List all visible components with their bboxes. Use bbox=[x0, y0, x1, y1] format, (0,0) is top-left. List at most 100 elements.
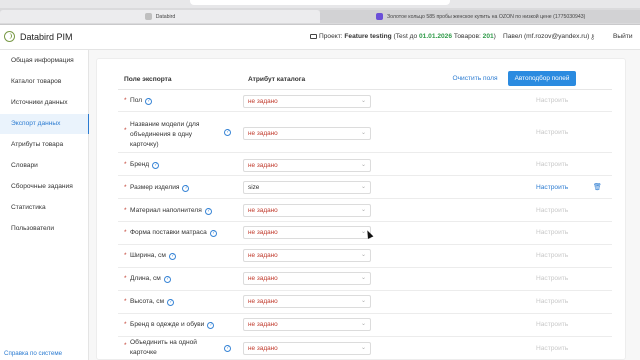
attribute-select[interactable]: не задано ⌄ bbox=[243, 204, 371, 217]
project-name: Feature testing bbox=[344, 33, 392, 40]
field-label: Высота, см? bbox=[130, 297, 175, 307]
required-mark: * bbox=[124, 97, 127, 104]
attribute-select[interactable]: не задано ⌄ bbox=[243, 295, 371, 308]
products-close: ) bbox=[493, 33, 496, 40]
column-header-field: Поле экспорта bbox=[124, 76, 172, 83]
help-question-icon[interactable]: ? bbox=[224, 129, 231, 136]
field-label-text: Длина, см bbox=[130, 275, 161, 282]
field-label-text: Материал наполнителя bbox=[130, 207, 202, 214]
help-question-icon[interactable]: ? bbox=[167, 299, 175, 306]
chevron-down-icon: ⌄ bbox=[360, 207, 366, 213]
app-title: Databird PIM bbox=[20, 32, 73, 42]
sidebar-item-attributes[interactable]: Атрибуты товара bbox=[0, 135, 89, 155]
field-label-text: Высота, см bbox=[130, 298, 165, 305]
project-info[interactable]: Проект: Feature testing (Test до 01.01.2… bbox=[310, 33, 496, 40]
field-label: Бренд? bbox=[130, 160, 160, 170]
field-label: Ширина, см? bbox=[130, 251, 176, 261]
sidebar-item-statistics[interactable]: Статистика bbox=[0, 198, 89, 218]
table-row: * Высота, см? не задано ⌄ Настроить bbox=[118, 292, 612, 314]
browser-url-bar[interactable] bbox=[0, 0, 640, 8]
table-row: * Бренд в одежде и обуви? не задано ⌄ Нас… bbox=[118, 315, 612, 337]
sidebar-item-dictionaries[interactable]: Словари bbox=[0, 156, 89, 176]
attribute-select[interactable]: не задано ⌄ bbox=[243, 95, 371, 108]
column-header-attribute: Атрибут каталога bbox=[248, 76, 306, 83]
field-label: Пол? bbox=[130, 96, 153, 106]
attribute-select[interactable]: size ⌄ bbox=[243, 181, 371, 194]
url-field[interactable] bbox=[190, 0, 450, 5]
configure-link[interactable]: Настроить bbox=[536, 345, 568, 352]
configure-link[interactable]: Настроить bbox=[536, 321, 568, 328]
help-question-icon[interactable]: ? bbox=[145, 98, 153, 105]
attribute-select[interactable]: не задано ⌄ bbox=[243, 249, 371, 262]
select-value: не задано bbox=[248, 321, 278, 328]
table-row: * Объединить на одной карточке ? не зада… bbox=[118, 338, 612, 360]
sidebar-item-assembly[interactable]: Сборочные задания bbox=[0, 177, 89, 197]
configure-link[interactable]: Настроить bbox=[536, 229, 568, 236]
field-label: Размер изделия? bbox=[130, 183, 190, 193]
configure-link[interactable]: Настроить bbox=[536, 97, 568, 104]
sidebar-item-sources[interactable]: Источники данных bbox=[0, 93, 89, 113]
select-value: не задано bbox=[248, 229, 278, 236]
required-mark: * bbox=[124, 161, 127, 168]
table-row: * Пол? не задано ⌄ Настроить bbox=[118, 90, 612, 112]
configure-link[interactable]: Настроить bbox=[536, 207, 568, 214]
sidebar-item-catalog[interactable]: Каталог товаров bbox=[0, 72, 89, 92]
attribute-select[interactable]: не задано ⌄ bbox=[243, 127, 371, 140]
table-row: * Длина, см? не задано ⌄ Настроить bbox=[118, 269, 612, 291]
field-label-text: Бренд bbox=[130, 161, 150, 168]
configure-link[interactable]: Настроить bbox=[536, 184, 568, 191]
browser-tab-databird[interactable]: Databird bbox=[0, 10, 320, 23]
trash-icon[interactable]: 🗑 bbox=[593, 183, 602, 191]
field-label-text: Размер изделия bbox=[130, 184, 180, 191]
help-question-icon[interactable]: ? bbox=[163, 276, 171, 283]
browser-tab-strip: Databird Золотое кольцо 585 пробы женско… bbox=[0, 8, 640, 25]
configure-link[interactable]: Настроить bbox=[536, 298, 568, 305]
products-label: Товаров: bbox=[453, 33, 481, 40]
sidebar-item-export[interactable]: Экспорт данных bbox=[0, 114, 90, 134]
select-value: не задано bbox=[248, 275, 278, 282]
tab-label: Золотое кольцо 585 пробы женское купить … bbox=[387, 13, 586, 20]
user-name[interactable]: Павел (mf.rozov@yandex.ru) bbox=[503, 33, 589, 40]
help-question-icon[interactable]: ? bbox=[207, 322, 215, 329]
chevron-down-icon: ⌄ bbox=[360, 162, 366, 168]
help-question-icon[interactable]: ? bbox=[209, 230, 217, 237]
attribute-select[interactable]: не задано ⌄ bbox=[243, 318, 371, 331]
field-label: Форма поставки матраса? bbox=[130, 228, 217, 238]
table-row: * Бренд? не задано ⌄ Настроить bbox=[118, 154, 612, 176]
help-question-icon[interactable]: ? bbox=[182, 185, 190, 192]
app-header: Databird PIM Проект: Feature testing (Te… bbox=[0, 25, 640, 50]
help-question-icon[interactable]: ? bbox=[168, 253, 176, 260]
required-mark: * bbox=[124, 342, 127, 349]
attribute-select[interactable]: не задано ⌄ bbox=[243, 226, 371, 239]
auto-match-button[interactable]: Автоподбор полей bbox=[508, 71, 576, 86]
help-question-icon[interactable]: ? bbox=[204, 208, 212, 215]
tab-label: Databird bbox=[155, 13, 176, 20]
configure-link[interactable]: Настроить bbox=[536, 252, 568, 259]
field-label-text: Бренд в одежде и обуви bbox=[130, 321, 205, 328]
key-icon[interactable]: ⚷ bbox=[590, 33, 595, 41]
attribute-select[interactable]: не задано ⌄ bbox=[243, 272, 371, 285]
required-mark: * bbox=[124, 298, 127, 305]
field-label-text: Ширина, см bbox=[130, 252, 166, 259]
attribute-select[interactable]: не задано ⌄ bbox=[243, 342, 371, 355]
field-label: Название модели (для объединения в одну … bbox=[130, 121, 200, 148]
configure-link[interactable]: Настроить bbox=[536, 161, 568, 168]
sidebar-item-users[interactable]: Пользователи bbox=[0, 219, 89, 239]
chevron-down-icon: ⌄ bbox=[360, 298, 366, 304]
required-mark: * bbox=[124, 207, 127, 214]
logout-link[interactable]: Выйти bbox=[613, 33, 633, 40]
project-date: 01.01.2026 bbox=[419, 33, 453, 40]
help-question-icon[interactable]: ? bbox=[152, 162, 160, 169]
configure-link[interactable]: Настроить bbox=[536, 129, 568, 136]
sidebar-item-general[interactable]: Общая информация bbox=[0, 51, 89, 71]
clear-fields-button[interactable]: Очистить поля bbox=[447, 71, 503, 86]
help-question-icon[interactable]: ? bbox=[224, 345, 231, 352]
attribute-select[interactable]: не задано ⌄ bbox=[243, 159, 371, 172]
help-link[interactable]: Справка по системе bbox=[4, 350, 62, 357]
configure-link[interactable]: Настроить bbox=[536, 275, 568, 282]
chevron-down-icon: ⌄ bbox=[360, 98, 366, 104]
browser-tab-ozon[interactable]: Золотое кольцо 585 пробы женское купить … bbox=[320, 10, 640, 23]
table-row: * Размер изделия? size ⌄ Настроить 🗑 bbox=[118, 177, 612, 199]
field-label-text: Пол bbox=[130, 97, 143, 104]
select-value: не задано bbox=[248, 298, 278, 305]
